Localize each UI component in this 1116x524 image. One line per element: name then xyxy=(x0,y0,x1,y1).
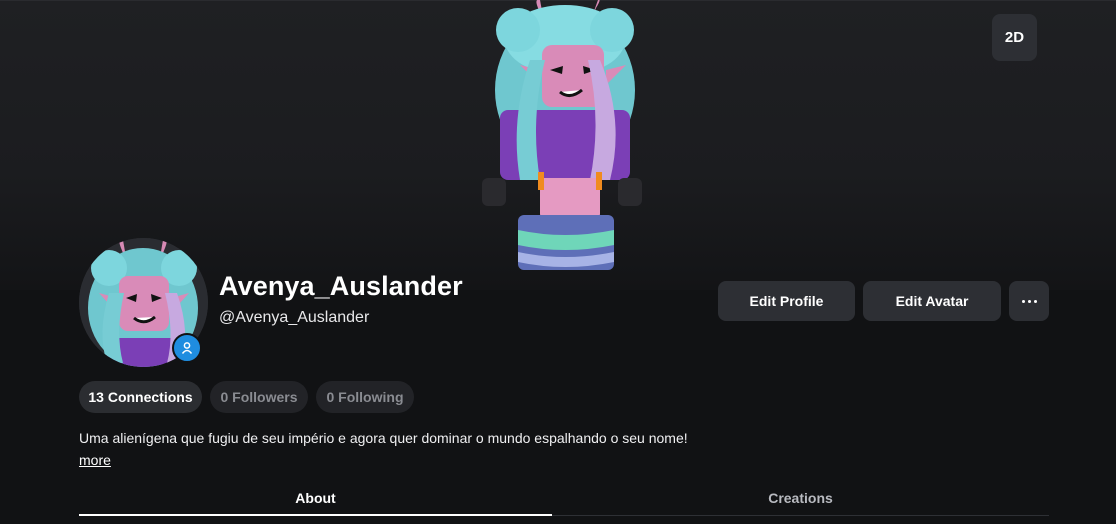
edit-avatar-button[interactable]: Edit Avatar xyxy=(863,281,1001,321)
ellipsis-icon xyxy=(1021,299,1025,303)
tab-divider xyxy=(552,515,1049,516)
bio-more-link[interactable]: more xyxy=(79,452,111,468)
ellipsis-icon xyxy=(1027,299,1031,303)
tab-creations[interactable]: Creations xyxy=(552,478,1049,518)
toggle-2d-button[interactable]: 2D xyxy=(992,14,1037,61)
online-status-badge xyxy=(172,333,202,363)
avatar-3d-render[interactable] xyxy=(470,0,660,280)
more-options-button[interactable] xyxy=(1009,281,1049,321)
active-tab-indicator xyxy=(79,514,552,516)
ellipsis-icon xyxy=(1033,299,1037,303)
profile-bio: Uma alienígena que fugiu de seu império … xyxy=(79,430,688,446)
display-name: Avenya_Auslander xyxy=(219,271,463,301)
tab-about[interactable]: About xyxy=(79,478,552,518)
connections-button[interactable]: 13 Connections xyxy=(79,381,202,413)
following-button[interactable]: 0 Following xyxy=(316,381,414,413)
username: @Avenya_Auslander xyxy=(219,309,370,326)
edit-profile-button[interactable]: Edit Profile xyxy=(718,281,855,321)
person-icon xyxy=(181,342,193,354)
followers-button[interactable]: 0 Followers xyxy=(210,381,308,413)
